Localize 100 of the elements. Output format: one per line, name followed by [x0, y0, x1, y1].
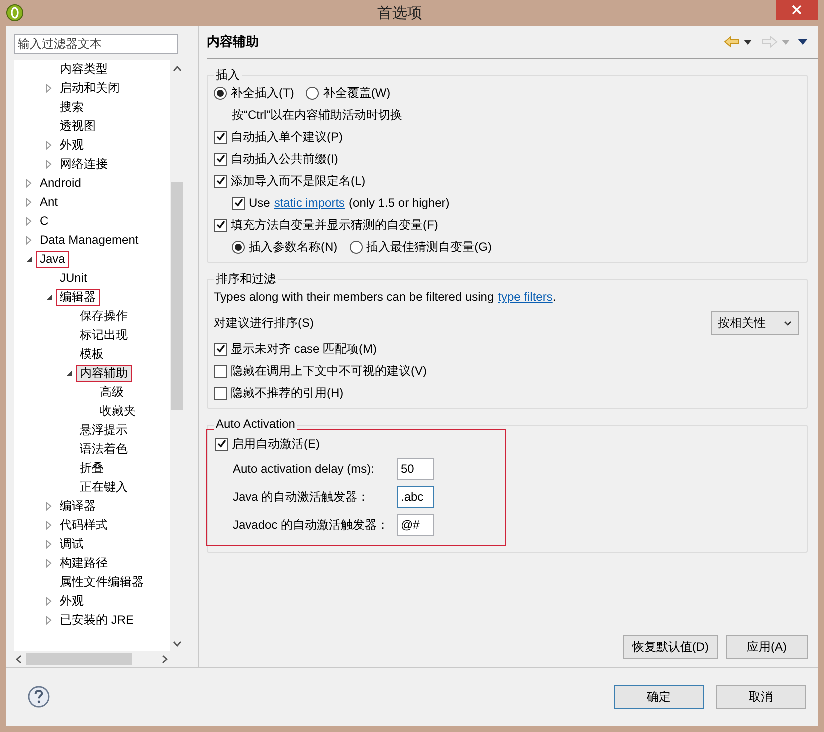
- close-button[interactable]: [776, 0, 818, 20]
- collapsed-arrow-icon[interactable]: [26, 217, 32, 226]
- expanded-arrow-icon[interactable]: [66, 370, 72, 377]
- collapsed-arrow-icon[interactable]: [46, 540, 52, 549]
- field-label: Auto activation delay (ms):: [233, 462, 376, 476]
- tree-item[interactable]: 透视图: [56, 118, 100, 135]
- tree-item[interactable]: 构建路径: [56, 555, 112, 572]
- group-title: 排序和过滤: [214, 271, 278, 288]
- checkbox[interactable]: [214, 174, 227, 188]
- checkbox[interactable]: [214, 218, 227, 232]
- tree-item[interactable]: 启动和关闭: [56, 80, 124, 97]
- collapsed-arrow-icon[interactable]: [46, 502, 52, 511]
- collapsed-arrow-icon[interactable]: [46, 616, 52, 625]
- collapsed-arrow-icon[interactable]: [46, 141, 52, 150]
- type-filters-link[interactable]: type filters: [498, 290, 553, 304]
- field-label: Javadoc 的自动激活触发器：: [233, 516, 390, 534]
- tree-item[interactable]: 收藏夹: [96, 403, 140, 420]
- collapsed-arrow-icon[interactable]: [26, 236, 32, 245]
- checkbox[interactable]: [214, 342, 227, 356]
- tree-item[interactable]: 已安装的 JRE: [56, 612, 138, 629]
- radio-label[interactable]: 补全覆盖(W): [323, 84, 391, 102]
- radio-button[interactable]: [306, 86, 320, 100]
- radio-button[interactable]: [350, 240, 363, 254]
- tree-item[interactable]: Data Management: [36, 232, 143, 249]
- sort-dropdown[interactable]: 按相关性: [711, 311, 799, 335]
- filter-field[interactable]: 输入过滤器文本: [14, 34, 178, 54]
- tree-item[interactable]: 网络连接: [56, 156, 112, 173]
- collapsed-arrow-icon[interactable]: [26, 179, 32, 188]
- page-button[interactable]: 应用(A): [726, 635, 808, 659]
- collapsed-arrow-icon[interactable]: [46, 597, 52, 606]
- dropdown-caret-icon[interactable]: [744, 40, 752, 44]
- collapsed-arrow-icon[interactable]: [46, 521, 52, 530]
- checkbox[interactable]: [214, 130, 227, 144]
- expanded-arrow-icon[interactable]: [46, 294, 52, 301]
- tree-item[interactable]: 属性文件编辑器: [56, 574, 148, 591]
- input-field[interactable]: @#: [397, 514, 434, 536]
- tree-item[interactable]: 语法着色: [76, 441, 132, 458]
- tree-item[interactable]: 标记出现: [76, 327, 132, 344]
- checkbox[interactable]: [214, 364, 227, 378]
- tree-item[interactable]: 搜索: [56, 99, 88, 116]
- checkbox-label[interactable]: 填充方法自变量并显示猜测的自变量(F): [231, 216, 438, 234]
- tree-item[interactable]: JUnit: [56, 270, 92, 287]
- tree-item[interactable]: C: [36, 213, 53, 230]
- checkbox[interactable]: [214, 152, 227, 166]
- dialog-button[interactable]: 取消: [716, 685, 806, 709]
- checkbox-label[interactable]: 显示未对齐 case 匹配项(M): [231, 340, 378, 358]
- window-title: 首选项: [376, 4, 424, 22]
- collapsed-arrow-icon[interactable]: [46, 559, 52, 568]
- checkbox-label[interactable]: 添加导入而不是限定名(L): [231, 172, 366, 190]
- tree-item[interactable]: 正在键入: [76, 479, 132, 496]
- group-title: 插入: [214, 67, 242, 84]
- tree-item[interactable]: 内容类型: [56, 61, 112, 78]
- radio-label[interactable]: 补全插入(T): [231, 84, 294, 102]
- radio-button[interactable]: [214, 86, 227, 100]
- tree-item[interactable]: 内容辅助: [76, 365, 132, 382]
- description-text: Types along with their members can be filtered using: [214, 290, 494, 304]
- tree-item[interactable]: 外观: [56, 593, 88, 610]
- tree-item[interactable]: 折叠: [76, 460, 108, 477]
- tree-item[interactable]: Java: [36, 251, 70, 268]
- checkbox[interactable]: [232, 196, 245, 210]
- page-button[interactable]: 恢复默认值(D): [623, 635, 718, 659]
- radio-button[interactable]: [232, 240, 245, 254]
- checkbox-label[interactable]: 启用自动激活(E): [232, 436, 320, 452]
- dialog-button[interactable]: 确定: [614, 685, 704, 709]
- checkbox-label[interactable]: 隐藏在调用上下文中不可视的建议(V): [231, 362, 427, 380]
- collapsed-arrow-icon[interactable]: [26, 198, 32, 207]
- hint-text: 按“Ctrl”以在内容辅助活动时切换: [232, 106, 403, 124]
- collapsed-arrow-icon[interactable]: [46, 160, 52, 169]
- chevron-down-icon: [784, 320, 792, 326]
- tree-item[interactable]: 保存操作: [76, 308, 132, 325]
- tree-item[interactable]: 编辑器: [56, 289, 100, 306]
- static-imports-link[interactable]: static imports: [274, 196, 346, 210]
- tree-item[interactable]: 高级: [96, 384, 128, 401]
- radio-label[interactable]: 插入参数名称(N): [249, 238, 338, 256]
- collapsed-arrow-icon[interactable]: [46, 84, 52, 93]
- group-title: Auto Activation: [214, 417, 298, 431]
- tree-item[interactable]: Android: [36, 175, 86, 192]
- checkbox-note: (only 1.5 or higher): [349, 196, 450, 210]
- tree-item[interactable]: 模板: [76, 346, 108, 363]
- input-field[interactable]: .abc: [397, 486, 434, 508]
- checkbox-label[interactable]: 自动插入单个建议(P): [231, 128, 343, 146]
- close-icon: [792, 5, 802, 15]
- tree-item[interactable]: 外观: [56, 137, 88, 154]
- tree-item[interactable]: 调试: [56, 536, 88, 553]
- tree-item[interactable]: 悬浮提示: [76, 422, 132, 439]
- help-icon[interactable]: [28, 686, 50, 708]
- sort-label: 对建议进行排序(S): [214, 314, 314, 332]
- input-field[interactable]: 50: [397, 458, 434, 480]
- checkbox[interactable]: [215, 438, 228, 450]
- checkbox-label[interactable]: Use: [249, 196, 270, 210]
- checkbox-label[interactable]: 隐藏不推荐的引用(H): [231, 384, 344, 402]
- tree-item[interactable]: Ant: [36, 194, 62, 211]
- expanded-arrow-icon[interactable]: [26, 256, 32, 263]
- tree-item[interactable]: 代码样式: [56, 517, 112, 534]
- checkbox[interactable]: [214, 386, 227, 400]
- menu-caret-icon[interactable]: [798, 39, 808, 45]
- tree-item[interactable]: 编译器: [56, 498, 100, 515]
- radio-label[interactable]: 插入最佳猜测自变量(G): [366, 238, 492, 256]
- punctuation-text: .: [552, 290, 556, 304]
- checkbox-label[interactable]: 自动插入公共前缀(I): [231, 150, 338, 168]
